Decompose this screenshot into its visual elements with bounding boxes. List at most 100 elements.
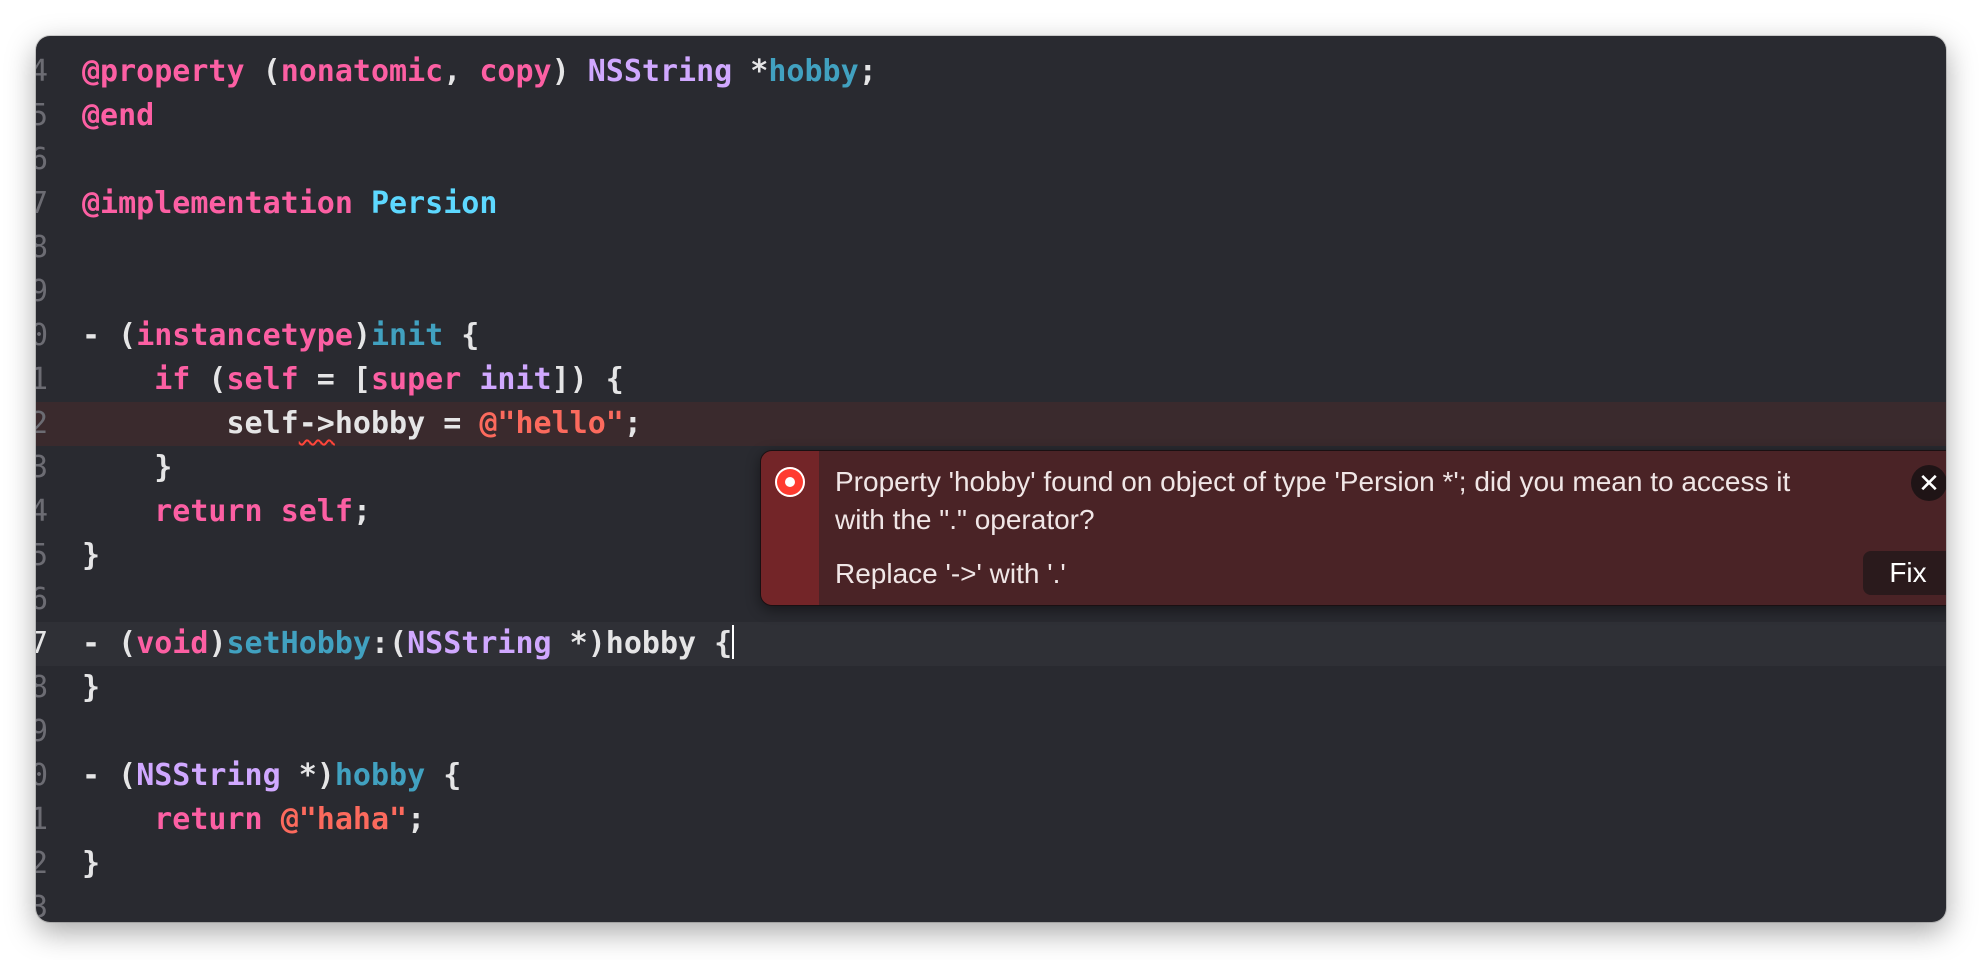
code-token: setHobby: [226, 626, 372, 661]
line-number: 2: [36, 406, 48, 441]
code-line[interactable]: 1 if (self = [super init]) {: [36, 358, 1946, 402]
code-token: }: [82, 670, 101, 705]
code-text: - (void)setHobby:(NSString *)hobby {: [82, 622, 735, 666]
code-token: = [: [298, 362, 371, 397]
error-popover: Property 'hobby' found on object of type…: [760, 450, 1946, 606]
code-line[interactable]: 3: [36, 886, 1946, 922]
code-line[interactable]: 7 - (void)setHobby:(NSString *)hobby {: [36, 622, 1946, 666]
code-text: return self;: [82, 490, 371, 534]
line-number: 0: [36, 758, 48, 793]
code-token: }: [82, 538, 101, 573]
code-token: (: [190, 362, 227, 397]
code-line[interactable]: 9: [36, 710, 1946, 754]
code-token: nonatomic: [280, 54, 444, 89]
line-number: 3: [36, 450, 48, 485]
code-line[interactable]: 5 @end: [36, 94, 1946, 138]
line-number: 7: [36, 186, 48, 221]
code-token: {: [443, 318, 480, 353]
code-line[interactable]: 0 - (NSString *)hobby {: [36, 754, 1946, 798]
code-token: ): [352, 318, 371, 353]
code-line[interactable]: 2 self->hobby = @"hello";: [36, 402, 1946, 446]
code-text: @end: [82, 94, 154, 138]
code-token: super: [371, 362, 462, 397]
code-token: self: [226, 362, 299, 397]
line-number: 4: [36, 54, 48, 89]
code-text: return @"haha";: [82, 798, 425, 842]
code-token: return: [154, 494, 263, 529]
fix-it-suggestion: Replace '->' with '.': [835, 558, 1066, 589]
code-token: hobby: [334, 758, 426, 793]
code-text: }: [82, 666, 100, 710]
close-button[interactable]: ✕: [1911, 465, 1946, 501]
code-text: - (NSString *)hobby {: [82, 754, 461, 798]
code-token: {: [425, 758, 462, 793]
code-token: - (: [82, 758, 137, 793]
line-number: 8: [36, 670, 48, 705]
line-number: 5: [36, 98, 48, 133]
code-token: *: [732, 54, 769, 89]
code-line[interactable]: 2}: [36, 842, 1946, 886]
code-token: @end: [82, 98, 155, 133]
code-line[interactable]: 0 - (instancetype)init {: [36, 314, 1946, 358]
code-token: copy: [479, 54, 552, 89]
line-number: 2: [36, 846, 48, 881]
code-token: return: [154, 802, 263, 837]
code-token: ): [208, 626, 227, 661]
line-number: 0: [36, 318, 48, 353]
line-number: 7: [36, 626, 48, 661]
code-line[interactable]: 4 @property (nonatomic, copy) NSString *h…: [36, 50, 1946, 94]
code-token: ;: [858, 54, 877, 89]
code-token: void: [136, 626, 209, 661]
fix-button[interactable]: Fix: [1863, 551, 1946, 595]
code-text: self->hobby = @"hello";: [82, 402, 641, 446]
error-icon: [775, 467, 805, 497]
code-line[interactable]: 6: [36, 138, 1946, 182]
error-stripe: [761, 451, 819, 605]
code-text: }: [82, 534, 100, 578]
code-token: @"hello": [479, 406, 624, 441]
code-token: *)hobby {: [551, 626, 733, 661]
code-token: hobby: [768, 54, 859, 89]
code-token: NSString: [407, 626, 552, 661]
code-line[interactable]: 7 @implementation Persion: [36, 182, 1946, 226]
close-icon: ✕: [1918, 468, 1940, 498]
code-token: init: [371, 318, 444, 353]
code-token: ]) {: [551, 362, 624, 397]
error-message: Property 'hobby' found on object of type…: [835, 466, 1791, 535]
line-number: 6: [36, 142, 48, 177]
code-token: if: [154, 362, 191, 397]
code-token: instancetype: [136, 318, 353, 353]
code-token: self: [280, 494, 353, 529]
code-text: - (instancetype)init {: [82, 314, 479, 358]
code-token: @"haha": [280, 802, 408, 837]
code-token: ,: [443, 54, 480, 89]
line-number: 1: [36, 802, 48, 837]
code-token: NSString: [136, 758, 281, 793]
code-text: }: [82, 446, 172, 490]
code-line[interactable]: 9: [36, 270, 1946, 314]
code-token: :(: [371, 626, 408, 661]
error-token: ->: [298, 406, 335, 441]
line-number: 3: [36, 890, 48, 922]
code-token: }: [82, 450, 173, 485]
text-cursor: [732, 625, 735, 659]
code-line[interactable]: 1 return @"haha";: [36, 798, 1946, 842]
code-line[interactable]: 8: [36, 226, 1946, 270]
code-text: }: [82, 842, 100, 886]
line-number: 1: [36, 362, 48, 397]
code-token: - (: [82, 626, 137, 661]
line-number: 6: [36, 582, 48, 617]
code-text: if (self = [super init]) {: [82, 358, 624, 402]
line-number: 9: [36, 274, 48, 309]
line-number: 5: [36, 538, 48, 573]
code-token: init: [479, 362, 552, 397]
code-token: self: [82, 406, 299, 441]
code-text: @implementation Persion: [82, 182, 497, 226]
code-line[interactable]: 8}: [36, 666, 1946, 710]
